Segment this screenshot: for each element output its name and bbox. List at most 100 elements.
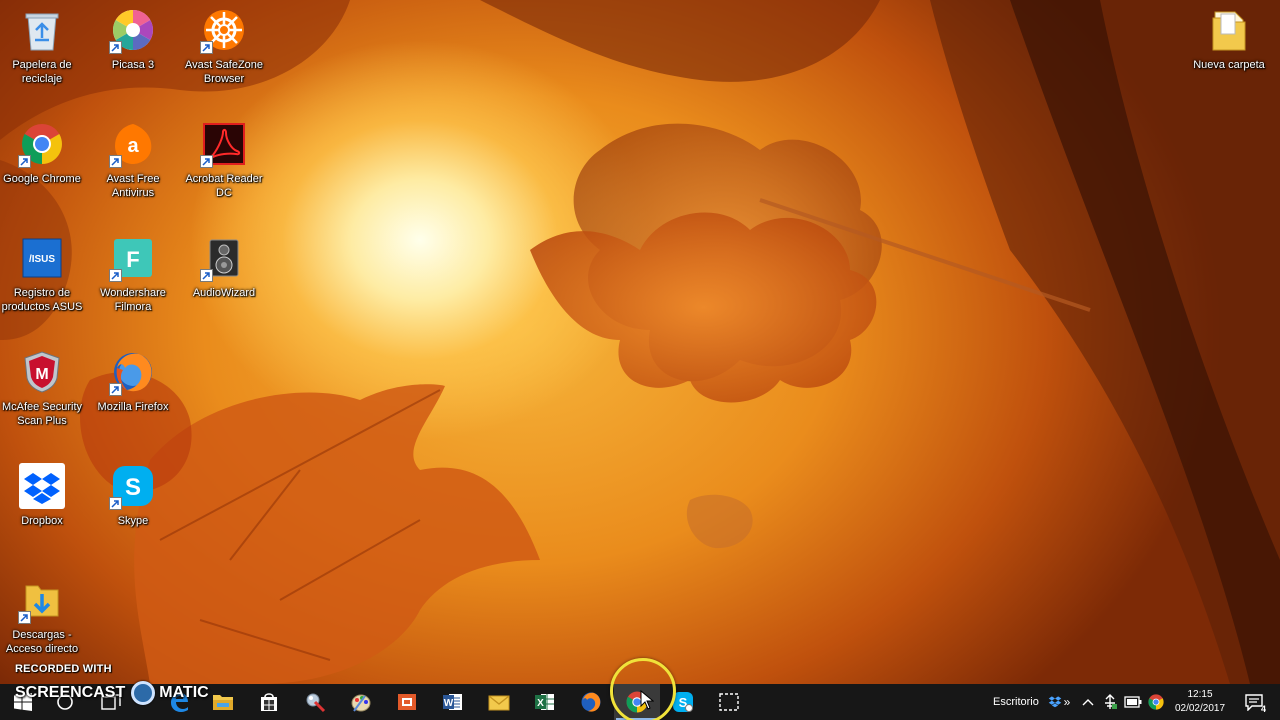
mail-icon <box>488 695 510 711</box>
excel-icon: X <box>535 694 554 710</box>
shortcut-arrow-icon <box>200 155 213 168</box>
taskbar-snipping-tool[interactable] <box>706 684 752 720</box>
audiowizard-icon <box>200 234 248 282</box>
paint-tool-icon <box>306 693 326 713</box>
folder-icon <box>1205 6 1253 54</box>
word-icon: W <box>443 694 462 710</box>
icon-label: Nueva carpeta <box>1193 59 1265 71</box>
icon-label: Descargas - Acceso directo <box>5 629 79 655</box>
shortcut-arrow-icon <box>109 269 122 282</box>
color-app-icon <box>351 694 371 712</box>
icon-label: Google Chrome <box>3 173 81 185</box>
icon-label: Avast Free Antivirus <box>106 173 160 199</box>
shortcut-arrow-icon <box>109 383 122 396</box>
icon-label: McAfee Security Scan Plus <box>1 401 83 427</box>
action-center-button[interactable]: 4 <box>1240 684 1268 720</box>
tray-network[interactable] <box>1099 684 1121 720</box>
mouse-cursor-icon <box>640 690 654 710</box>
shortcut-arrow-icon <box>109 497 122 510</box>
desktop-icon-filmora[interactable]: F Wondershare Filmora <box>87 230 179 326</box>
avast-antivirus-icon: a <box>109 120 157 168</box>
svg-text:W: W <box>444 698 454 709</box>
desktop-icon-new-folder[interactable]: Nueva carpeta <box>1183 2 1275 98</box>
asus-icon: /ISUS <box>18 234 66 282</box>
clock-time: 12:15 <box>1187 689 1213 700</box>
picasa-icon <box>109 6 157 54</box>
shortcut-arrow-icon <box>200 41 213 54</box>
taskbar-skype[interactable]: S <box>660 684 706 720</box>
office-icon <box>398 694 416 710</box>
autumn-leaves-illustration <box>0 0 1280 684</box>
icon-label: Mozilla Firefox <box>97 401 169 413</box>
tray-show-hidden[interactable] <box>1077 684 1099 720</box>
taskbar-clock[interactable]: 12:15 02/02/2017 <box>1170 684 1230 720</box>
desktop-icon-skype[interactable]: S Skype <box>87 458 179 554</box>
desktop-icon-firefox[interactable]: Mozilla Firefox <box>87 344 179 440</box>
firefox-icon <box>109 348 157 396</box>
watermark-screencast-logo: SCREENCAST MATIC <box>15 680 209 706</box>
downloads-folder-icon <box>18 576 66 624</box>
shortcut-arrow-icon <box>200 269 213 282</box>
desktop-icon-acrobat-reader[interactable]: Acrobat Reader DC <box>178 116 270 212</box>
desktop-wallpaper <box>0 0 1280 684</box>
shortcut-arrow-icon <box>18 155 31 168</box>
taskbar-office[interactable] <box>384 684 430 720</box>
icon-label: Papelera de reciclaje <box>12 59 72 85</box>
icon-label: Registro de productos ASUS <box>1 287 83 313</box>
desktop-icon-audiowizard[interactable]: AudioWizard <box>178 230 270 326</box>
taskbar-excel[interactable]: X <box>522 684 568 720</box>
icon-label: Acrobat Reader DC <box>185 173 263 199</box>
chevron-up-icon <box>1082 699 1094 706</box>
toolbar-chevron-icon[interactable]: » <box>1060 684 1074 720</box>
battery-icon <box>1124 696 1142 708</box>
watermark-matic-text: MATIC <box>159 684 209 701</box>
svg-text:a: a <box>127 135 139 157</box>
desktop-icon-google-chrome[interactable]: Google Chrome <box>0 116 88 212</box>
taskbar-word[interactable]: W <box>430 684 476 720</box>
desktop-icon-mcafee[interactable]: M McAfee Security Scan Plus <box>0 344 88 440</box>
snipping-icon <box>719 693 739 711</box>
chrome-icon <box>1148 694 1164 710</box>
shortcut-arrow-icon <box>109 41 122 54</box>
network-icon <box>1105 694 1117 709</box>
desktop-icon-downloads[interactable]: Descargas - Acceso directo <box>0 572 88 668</box>
svg-text:F: F <box>126 247 139 272</box>
icon-label: Avast SafeZone Browser <box>184 59 264 85</box>
icon-label: AudioWizard <box>192 287 256 299</box>
svg-text:/ISUS: /ISUS <box>29 254 55 265</box>
skype-icon: S <box>109 462 157 510</box>
taskbar-firefox[interactable] <box>568 684 614 720</box>
skype-icon: S <box>673 692 693 712</box>
file-explorer-icon <box>213 695 233 710</box>
filmora-icon: F <box>109 234 157 282</box>
taskbar-color-app[interactable] <box>338 684 384 720</box>
watermark-screencast-text: SCREENCAST <box>15 684 126 701</box>
desktop-icon-recycle-bin[interactable]: Papelera de reciclaje <box>0 2 88 98</box>
store-icon <box>261 693 277 711</box>
taskbar-store[interactable] <box>246 684 292 720</box>
tray-chrome[interactable] <box>1145 684 1167 720</box>
tray-battery[interactable] <box>1122 684 1144 720</box>
desktop-icon-avast-antivirus[interactable]: a Avast Free Antivirus <box>87 116 179 212</box>
icon-label: Skype <box>117 515 149 527</box>
acrobat-reader-icon <box>200 120 248 168</box>
icon-label: Wondershare Filmora <box>100 287 166 313</box>
watermark-recorded-with: RECORDED WITH <box>15 663 112 675</box>
notification-count: 4 <box>1260 704 1266 714</box>
desktop-icon-avast-safezone[interactable]: Avast SafeZone Browser <box>178 2 270 98</box>
taskbar-paint-tool[interactable] <box>292 684 338 720</box>
firefox-icon <box>581 692 601 712</box>
screencast-record-icon <box>131 681 156 705</box>
avast-safezone-icon <box>200 6 248 54</box>
taskbar-mail[interactable] <box>476 684 522 720</box>
desktop-icon-picasa[interactable]: Picasa 3 <box>87 2 179 98</box>
svg-text:M: M <box>35 366 48 383</box>
mcafee-icon: M <box>18 348 66 396</box>
chrome-icon <box>18 120 66 168</box>
icon-label: Dropbox <box>21 515 63 527</box>
desktop-icon-asus-registration[interactable]: /ISUS Registro de productos ASUS <box>0 230 88 326</box>
icon-label: Picasa 3 <box>111 59 155 71</box>
desktop-toolbar-label[interactable]: Escritorio <box>993 684 1039 720</box>
recycle-bin-icon <box>18 6 66 54</box>
desktop-icon-dropbox[interactable]: Dropbox <box>0 458 88 554</box>
